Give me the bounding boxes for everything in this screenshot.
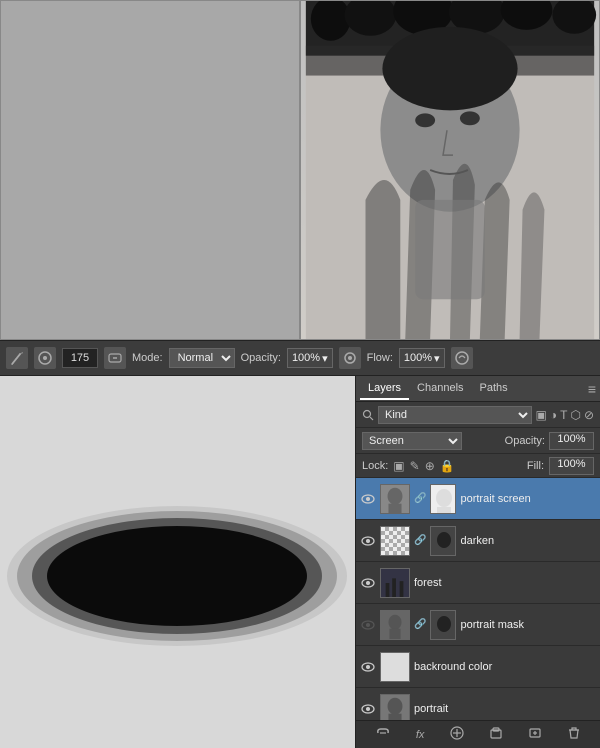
right-portrait xyxy=(301,1,599,339)
layer-item-forest[interactable]: forest xyxy=(356,562,600,604)
tab-layers[interactable]: Layers xyxy=(360,378,409,400)
layer-name-portrait: portrait xyxy=(414,703,596,715)
layers-tabs-row: Layers Channels Paths ≡ xyxy=(356,376,600,402)
layer-eye-darken[interactable] xyxy=(360,533,376,549)
layer-item-portrait[interactable]: portrait xyxy=(356,688,600,720)
layers-footer: fx xyxy=(356,720,600,748)
layer-thumb-portrait xyxy=(380,694,410,721)
layers-lock-row: Lock: ▣ ✎ ⊕ 🔒 Fill: 100% xyxy=(356,454,600,478)
layers-list: 🔗 portrait screen 🔗 darken xyxy=(356,478,600,720)
airbrush-icon[interactable] xyxy=(339,347,361,369)
layers-mode-row: Screen Opacity: 100% xyxy=(356,428,600,454)
add-mask-icon[interactable] xyxy=(450,726,464,743)
layer-eye-forest[interactable] xyxy=(360,575,376,591)
brush-size-value: 175 xyxy=(71,352,89,364)
tab-paths[interactable]: Paths xyxy=(472,378,516,400)
opacity-arrow: ▾ xyxy=(322,352,328,365)
layer-mask-darken xyxy=(430,526,456,556)
layer-thumb-backround-color xyxy=(380,652,410,682)
pressure-icon[interactable] xyxy=(104,347,126,369)
layer-name-portrait-mask: portrait mask xyxy=(460,619,596,631)
left-canvas xyxy=(1,1,299,339)
brush-tool-icon[interactable] xyxy=(6,347,28,369)
brush-size-box[interactable]: 175 xyxy=(62,348,98,368)
blend-mode-select[interactable]: Screen xyxy=(362,432,462,450)
new-group-icon[interactable] xyxy=(489,726,503,743)
right-image-panel xyxy=(300,0,600,340)
layer-name-portrait-screen: portrait screen xyxy=(460,493,596,505)
fx-icon[interactable]: fx xyxy=(416,729,425,741)
new-layer-icon[interactable] xyxy=(528,726,542,743)
layer-eye-backround-color[interactable] xyxy=(360,659,376,675)
layer-item-portrait-screen[interactable]: 🔗 portrait screen xyxy=(356,478,600,520)
link-icon[interactable] xyxy=(375,726,391,743)
layers-opacity-label: Opacity: xyxy=(505,435,545,447)
lock-position-icon[interactable]: ⊕ xyxy=(425,459,435,473)
layer-item-backround-color[interactable]: backround color xyxy=(356,646,600,688)
opacity-value: 100% xyxy=(292,352,320,364)
fill-label: Fill: xyxy=(527,460,544,472)
filter-shape-icon[interactable]: ⬡ xyxy=(570,408,580,422)
layer-eye-portrait-screen[interactable] xyxy=(360,491,376,507)
layer-chain-portrait-mask: 🔗 xyxy=(414,619,426,630)
filter-pixel-icon[interactable]: ▣ xyxy=(536,408,547,422)
layer-chain-portrait-screen: 🔗 xyxy=(414,493,426,504)
layers-panel: Layers Channels Paths ≡ Kind ▣ ◑ T xyxy=(355,376,600,748)
mode-select[interactable]: Normal xyxy=(169,348,235,368)
layer-eye-portrait-mask[interactable] xyxy=(360,617,376,633)
layer-thumb-forest xyxy=(380,568,410,598)
toolbar: 175 Mode: Normal Opacity: 100% ▾ Flow: 1… xyxy=(0,340,600,376)
filter-kind-select[interactable]: Kind xyxy=(378,406,532,424)
left-image-panel xyxy=(0,0,300,340)
opacity-value-box[interactable]: 100% ▾ xyxy=(287,348,333,368)
layer-name-backround-color: backround color xyxy=(414,661,596,673)
delete-layer-icon[interactable] xyxy=(567,726,581,743)
filter-smart-icon[interactable]: ⊘ xyxy=(584,408,594,422)
lock-label: Lock: xyxy=(362,460,388,472)
layer-eye-portrait[interactable] xyxy=(360,701,376,717)
layer-chain-darken: 🔗 xyxy=(414,535,426,546)
smoothing-icon[interactable] xyxy=(451,347,473,369)
search-icon xyxy=(362,409,374,421)
layer-mask-portrait-mask xyxy=(430,610,456,640)
layer-item-portrait-mask[interactable]: 🔗 portrait mask xyxy=(356,604,600,646)
filter-icons-group: ▣ ◑ T ⬡ ⊘ xyxy=(536,408,594,422)
canvas-area xyxy=(0,376,355,748)
filter-adj-icon[interactable]: ◑ xyxy=(550,408,557,422)
brush-options-icon[interactable] xyxy=(34,347,56,369)
filter-type-icon[interactable]: T xyxy=(560,408,567,422)
lock-all-icon[interactable]: 🔒 xyxy=(440,459,455,473)
layer-thumb-portrait-mask xyxy=(380,610,410,640)
lock-transparency-icon[interactable]: ▣ xyxy=(393,459,404,473)
bottom-area: Layers Channels Paths ≡ Kind ▣ ◑ T xyxy=(0,376,600,748)
layer-thumb-darken xyxy=(380,526,410,556)
flow-value: 100% xyxy=(404,352,432,364)
canvas-svg xyxy=(0,376,355,748)
lock-paint-icon[interactable]: ✎ xyxy=(410,459,420,473)
flow-arrow: ▾ xyxy=(434,352,440,365)
flow-value-box[interactable]: 100% ▾ xyxy=(399,348,445,368)
layer-thumb-portrait-screen xyxy=(380,484,410,514)
layer-mask-portrait-screen xyxy=(430,484,456,514)
layer-name-darken: darken xyxy=(460,535,596,547)
fill-value[interactable]: 100% xyxy=(549,457,594,475)
canvas-background xyxy=(0,376,355,748)
flow-label: Flow: xyxy=(367,352,393,364)
mode-label: Mode: xyxy=(132,352,163,364)
tab-channels[interactable]: Channels xyxy=(409,378,471,400)
top-image-area xyxy=(0,0,600,340)
layer-name-forest: forest xyxy=(414,577,596,589)
layers-opacity-value[interactable]: 100% xyxy=(549,432,594,450)
opacity-label: Opacity: xyxy=(241,352,281,364)
right-portrait-svg xyxy=(301,1,599,339)
layers-menu-icon[interactable]: ≡ xyxy=(588,381,596,397)
layers-filter-row: Kind ▣ ◑ T ⬡ ⊘ xyxy=(356,402,600,428)
layer-item-darken[interactable]: 🔗 darken xyxy=(356,520,600,562)
